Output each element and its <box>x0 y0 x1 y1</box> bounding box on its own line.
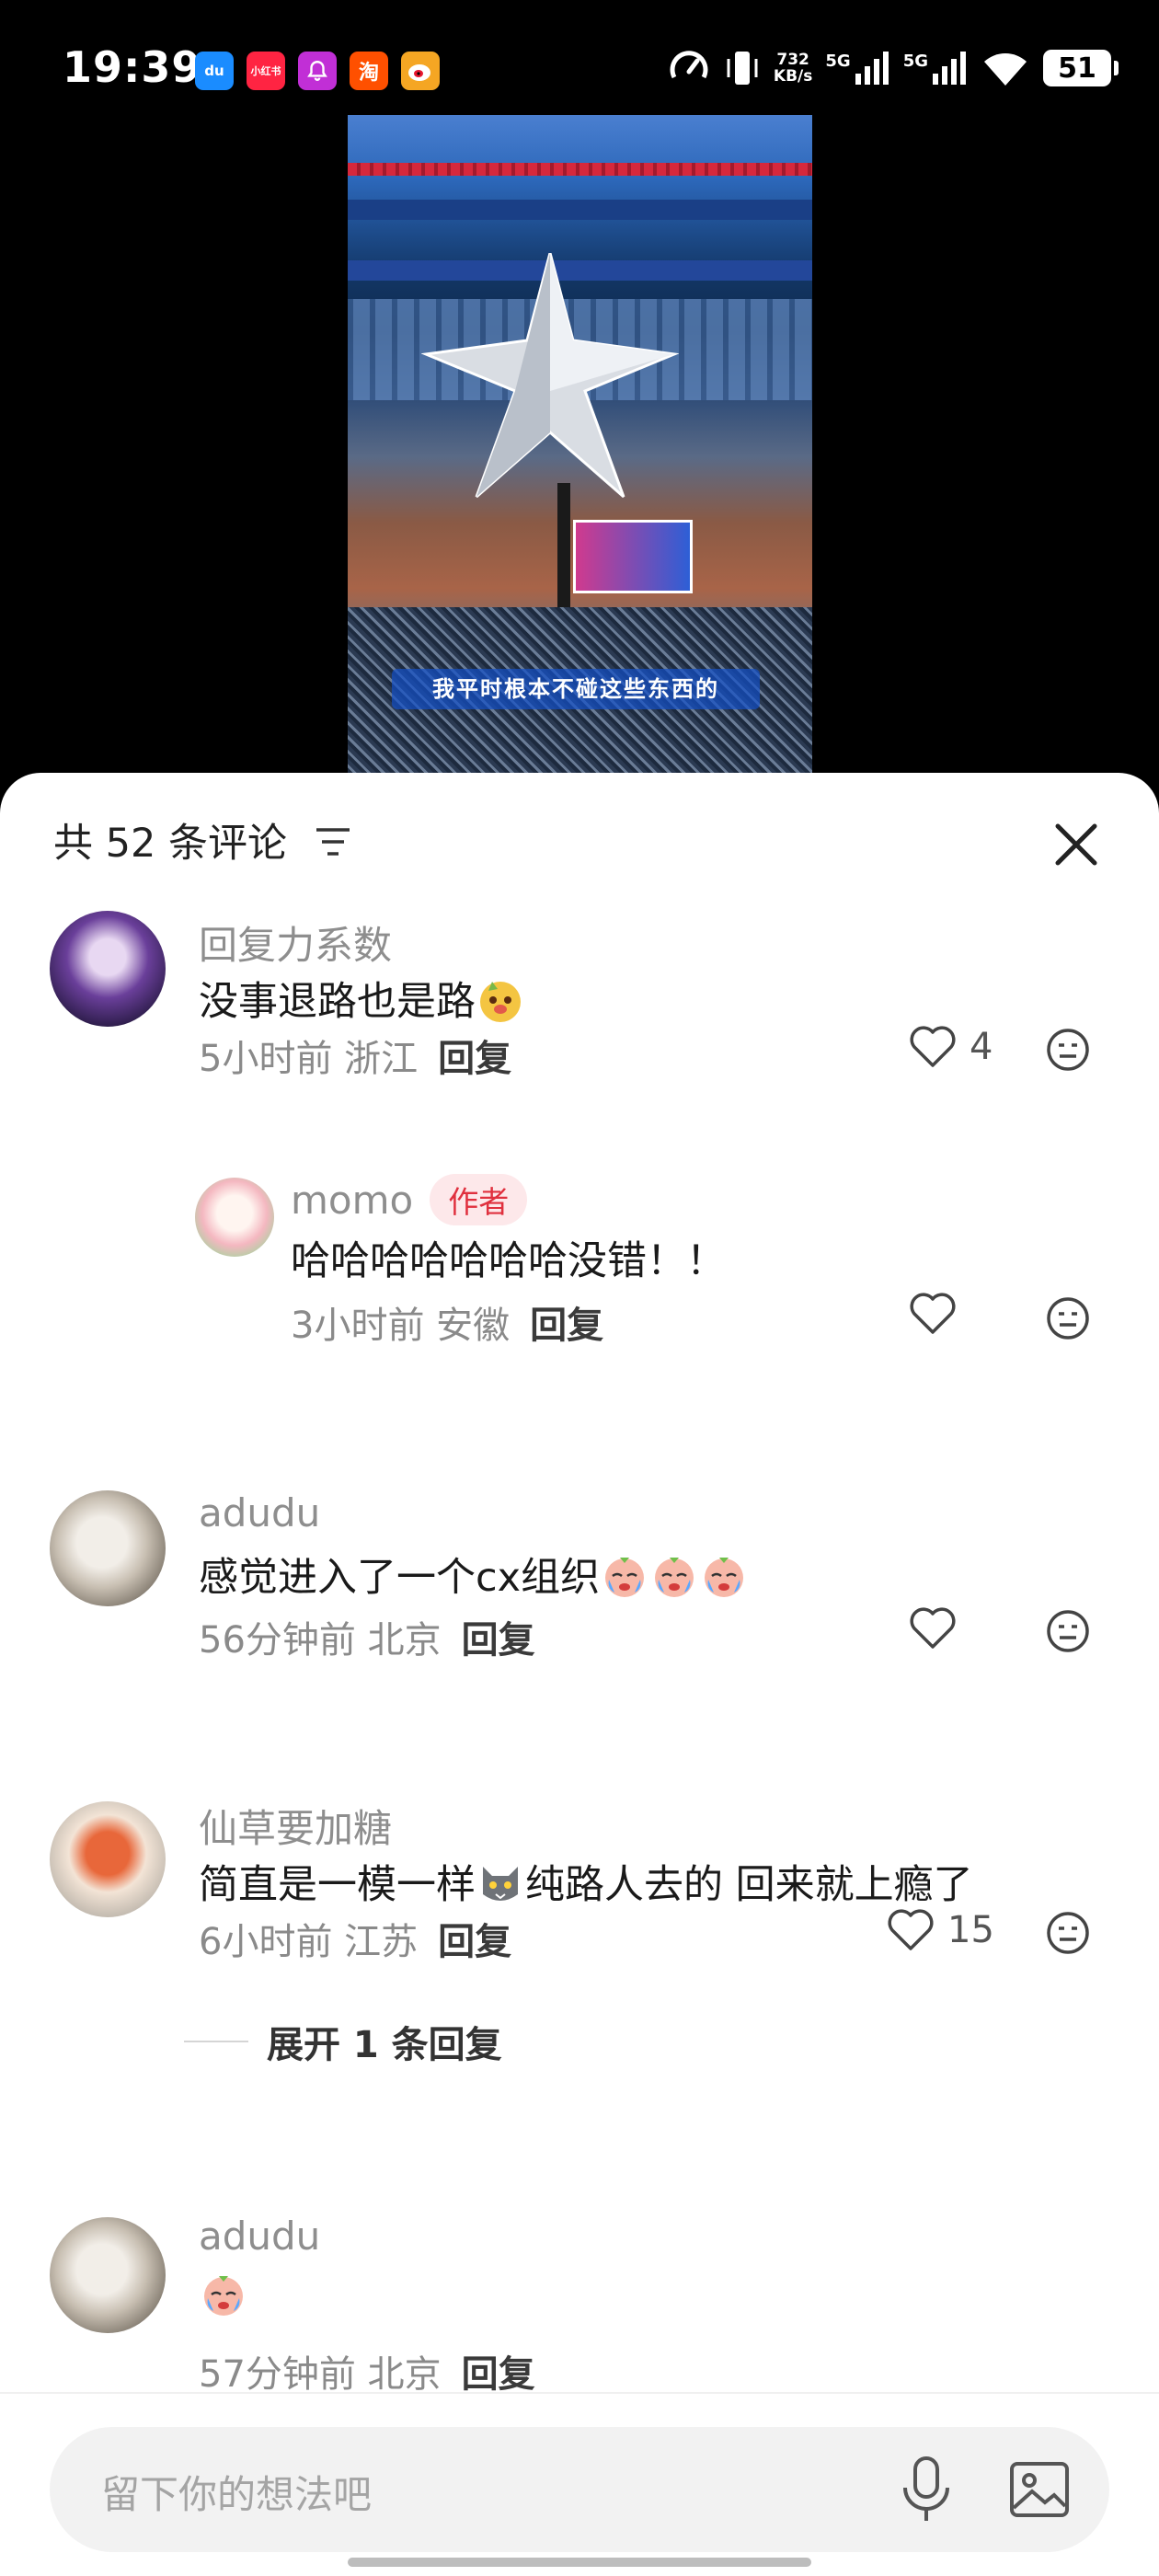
comment-username[interactable]: adudu <box>199 2214 320 2259</box>
reply-button[interactable]: 回复 <box>462 1619 535 1662</box>
expand-divider <box>184 2041 248 2042</box>
crying-emoji-icon <box>605 1558 645 1597</box>
dislike-face-icon[interactable] <box>1045 1910 1091 1956</box>
dislike-face-icon[interactable] <box>1045 1027 1091 1073</box>
avatar[interactable] <box>50 1490 166 1606</box>
avatar[interactable] <box>50 2217 166 2333</box>
notification-bell-icon <box>298 52 337 90</box>
wifi-icon <box>984 53 1027 86</box>
dog-emoji-icon <box>480 982 521 1022</box>
comment-meta: 56分钟前 北京 回复 <box>199 1619 535 1662</box>
xiaohongshu-app-icon: 小红书 <box>247 52 285 90</box>
du-app-icon: du <box>195 52 234 90</box>
crying-emoji-icon <box>204 2276 243 2316</box>
heart-icon <box>888 1909 934 1950</box>
reply-button[interactable]: 回复 <box>530 1305 603 1347</box>
comment-meta: 5小时前 浙江 回复 <box>199 1038 512 1080</box>
expand-replies-label: 展开 1 条回复 <box>267 2024 502 2066</box>
video-player[interactable]: 我平时根本不碰这些东西的 <box>348 115 812 773</box>
network-speed: 732 KB/s <box>773 51 813 86</box>
comment-username[interactable]: 仙草要加糖 <box>199 1798 392 1854</box>
like-count: 15 <box>947 1909 994 1951</box>
sort-filter-icon[interactable] <box>315 826 351 857</box>
photo-booth <box>573 520 693 593</box>
notification-app-icons: du 小红书 淘 <box>195 52 440 90</box>
like-count: 4 <box>970 1026 993 1068</box>
weibo-app-icon <box>401 52 440 90</box>
heart-icon <box>910 1607 956 1649</box>
heart-icon <box>910 1293 956 1334</box>
comment-meta: 57分钟前 北京 回复 <box>199 2353 535 2396</box>
signal-bars-icon <box>855 52 889 85</box>
like-button[interactable]: 15 <box>887 1908 994 1952</box>
dislike-face-icon[interactable] <box>1045 1295 1091 1341</box>
crying-emoji-icon <box>705 1558 744 1597</box>
comment-text[interactable]: 简直是一模一样 纯路人去的 回来就上瘾了 <box>199 1853 973 1910</box>
reply-button[interactable]: 回复 <box>462 2353 535 2396</box>
avatar[interactable] <box>195 1178 274 1257</box>
vibrate-icon <box>727 52 758 85</box>
status-bar: 19:39 du 小红书 淘 732 KB/s 5G 5G 51 <box>0 0 1159 110</box>
comment-input[interactable]: 留下你的想法吧 <box>50 2427 1109 2552</box>
signal-bars-icon <box>933 52 966 85</box>
reply-button[interactable]: 回复 <box>438 1921 511 1963</box>
comment-item: 回复力系数 没事退路也是路 5小时前 浙江 回复 4 <box>0 911 1159 1080</box>
comments-sheet: 共 52 条评论 回复力系数 没事退路也是路 5小时前 浙江 回复 4 momo … <box>0 773 1159 2576</box>
reply-username-row: momo 作者 <box>291 1174 528 1225</box>
signal-sim2: 5G <box>903 52 968 85</box>
system-status-icons: 732 KB/s 5G 5G 51 <box>667 46 1119 90</box>
comment-meta: 3小时前 安徽 回复 <box>291 1305 604 1347</box>
like-button[interactable]: 4 <box>909 1025 993 1069</box>
comment-meta: 6小时前 江苏 回复 <box>199 1921 512 1963</box>
comment-item: adudu 感觉进入了一个cx组织 56分钟前 北京 回复 <box>0 1490 1159 1662</box>
home-indicator <box>348 2558 811 2567</box>
battery-indicator: 51 <box>1043 50 1119 86</box>
speedometer-icon <box>670 51 708 79</box>
comment-username[interactable]: adudu <box>199 1490 320 1535</box>
comment-text[interactable] <box>199 2269 248 2319</box>
cat-emoji-icon <box>483 1867 518 1901</box>
crying-emoji-icon <box>655 1558 694 1597</box>
avatar[interactable] <box>50 1801 166 1917</box>
status-time: 19:39 <box>63 42 202 92</box>
dislike-face-icon[interactable] <box>1045 1608 1091 1654</box>
avatar[interactable] <box>50 911 166 1027</box>
comment-item: adudu 57分钟前 北京 回复 <box>0 2214 1159 2401</box>
comment-count-title: 共 52 条评论 <box>53 821 288 867</box>
stadium-seats <box>348 163 812 176</box>
reply-button[interactable]: 回复 <box>438 1038 511 1080</box>
heart-icon <box>910 1026 956 1067</box>
comment-input-bar: 留下你的想法吧 <box>0 2392 1159 2576</box>
comment-username[interactable]: momo <box>291 1178 413 1223</box>
comment-text[interactable]: 哈哈哈哈哈哈哈没错！！ <box>291 1229 726 1286</box>
comment-username[interactable]: 回复力系数 <box>199 914 392 971</box>
close-icon[interactable] <box>1049 817 1104 872</box>
comment-item: 仙草要加糖 简直是一模一样 纯路人去的 回来就上瘾了 6小时前 江苏 回复 15 展… <box>0 1798 1159 2066</box>
comment-text[interactable]: 没事退路也是路 <box>199 970 525 1027</box>
comment-text[interactable]: 感觉进入了一个cx组织 <box>199 1546 749 1603</box>
comments-header: 共 52 条评论 <box>0 773 1159 911</box>
expand-replies-button[interactable]: 展开 1 条回复 <box>184 2015 502 2068</box>
like-button[interactable] <box>909 1292 957 1336</box>
reply-item: momo 作者 哈哈哈哈哈哈哈没错！！ 3小时前 安徽 回复 <box>0 1174 1159 1347</box>
star-sculpture <box>421 253 679 499</box>
like-button[interactable] <box>909 1606 957 1650</box>
video-subtitle: 我平时根本不碰这些东西的 <box>392 669 760 709</box>
taobao-app-icon: 淘 <box>350 52 388 90</box>
comment-input-placeholder: 留下你的想法吧 <box>101 2472 373 2517</box>
microphone-icon[interactable] <box>896 2455 957 2524</box>
stadium-banner <box>348 200 812 220</box>
author-badge: 作者 <box>430 1174 528 1225</box>
image-picker-icon[interactable] <box>1006 2456 1073 2523</box>
signal-sim1: 5G <box>825 52 889 85</box>
